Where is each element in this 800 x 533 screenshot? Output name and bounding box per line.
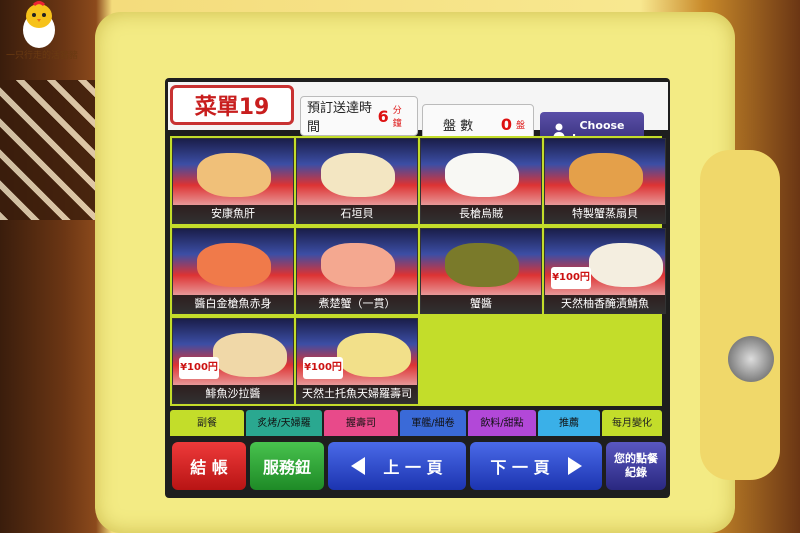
food-image bbox=[321, 243, 395, 287]
food-image bbox=[197, 153, 271, 197]
food-image bbox=[445, 243, 519, 287]
menu-item-name: 安康魚肝 bbox=[173, 205, 293, 223]
watermark-text: 一只行走的活豬豬 bbox=[6, 51, 79, 61]
menu-item[interactable]: 安康魚肝 bbox=[172, 138, 294, 224]
menu-item[interactable]: 石垣貝 bbox=[296, 138, 418, 224]
tab-gunkan-roll[interactable]: 軍艦/細卷 bbox=[400, 410, 466, 436]
menu-item-name: 煮楚蟹（一貫） bbox=[297, 295, 417, 313]
menu-item[interactable]: ¥100円 天然柚香醃漬鯖魚 bbox=[544, 228, 666, 314]
category-tabs: 副餐 炙烤/天婦羅 握壽司 軍艦/細卷 飲料/甜點 推薦 每月變化 bbox=[170, 410, 662, 436]
menu-item-name: 蟹醬 bbox=[421, 295, 541, 313]
menu-page-title: 菜單19 bbox=[170, 85, 294, 125]
menu-item[interactable]: 煮楚蟹（一貫） bbox=[296, 228, 418, 314]
eta-value: 6 bbox=[377, 106, 389, 126]
menu-item[interactable]: 長槍烏賊 bbox=[420, 138, 542, 224]
order-history-button[interactable]: 您的點餐紀錄 bbox=[606, 442, 666, 490]
tab-nigiri[interactable]: 握壽司 bbox=[324, 410, 398, 436]
next-page-button[interactable]: 下 一 頁 bbox=[470, 442, 602, 490]
arrow-left-icon bbox=[351, 457, 366, 475]
prev-page-label: 上 一 頁 bbox=[383, 458, 443, 477]
plates-label: 盤 數 bbox=[443, 118, 474, 134]
food-image bbox=[321, 153, 395, 197]
food-image bbox=[589, 243, 663, 287]
arrow-right-icon bbox=[567, 457, 582, 475]
menu-item[interactable]: 醬白金槍魚赤身 bbox=[172, 228, 294, 314]
menu-item-name: 石垣貝 bbox=[297, 205, 417, 223]
eta-label: 預訂送達時間 bbox=[307, 101, 373, 135]
menu-grid: 安康魚肝 石垣貝 長槍烏賊 特製蟹蒸扇貝 醬白金槍魚赤身 煮楚蟹（一貫） 蟹醬 … bbox=[170, 136, 666, 406]
menu-item[interactable]: 特製蟹蒸扇貝 bbox=[544, 138, 666, 224]
tab-grilled-tempura[interactable]: 炙烤/天婦羅 bbox=[246, 410, 322, 436]
menu-item-name: 天然柚香醃漬鯖魚 bbox=[545, 295, 665, 313]
tab-monthly[interactable]: 每月變化 bbox=[602, 410, 662, 436]
tab-recommended[interactable]: 推薦 bbox=[538, 410, 600, 436]
eta-box: 預訂送達時間 6 分鐘 bbox=[300, 96, 418, 136]
menu-item[interactable]: 蟹醬 bbox=[420, 228, 542, 314]
tablet-mount bbox=[700, 150, 780, 480]
service-button[interactable]: 服務鈕 bbox=[250, 442, 324, 490]
plates-value: 0 bbox=[500, 114, 512, 134]
menu-item-name: 鯡魚沙拉醬 bbox=[173, 385, 293, 403]
menu-item-name: 長槍烏賊 bbox=[421, 205, 541, 223]
menu-item[interactable]: ¥100円 天然土托魚天婦羅壽司 bbox=[296, 318, 418, 404]
prev-page-button[interactable]: 上 一 頁 bbox=[328, 442, 466, 490]
mount-knob bbox=[728, 336, 774, 382]
menu-item-name: 特製蟹蒸扇貝 bbox=[545, 205, 665, 223]
food-image bbox=[569, 153, 643, 197]
menu-item-name: 醬白金槍魚赤身 bbox=[173, 295, 293, 313]
checkout-button[interactable]: 結 帳 bbox=[172, 442, 246, 490]
food-image bbox=[213, 333, 287, 377]
plates-unit: 盤 bbox=[515, 120, 525, 131]
food-image bbox=[445, 153, 519, 197]
price-tag: ¥100円 bbox=[303, 357, 343, 379]
tab-drinks-dessert[interactable]: 飲料/甜點 bbox=[468, 410, 536, 436]
eta-unit: 分鐘 bbox=[392, 106, 402, 129]
menu-item-name: 天然土托魚天婦羅壽司 bbox=[297, 385, 417, 403]
tab-side-dish[interactable]: 副餐 bbox=[170, 410, 244, 436]
food-image bbox=[197, 243, 271, 287]
next-page-label: 下 一 頁 bbox=[490, 458, 550, 477]
price-tag: ¥100円 bbox=[551, 267, 591, 289]
price-tag: ¥100円 bbox=[179, 357, 219, 379]
food-image bbox=[337, 333, 411, 377]
wooden-lattice bbox=[0, 80, 95, 220]
menu-item[interactable]: ¥100円 鯡魚沙拉醬 bbox=[172, 318, 294, 404]
